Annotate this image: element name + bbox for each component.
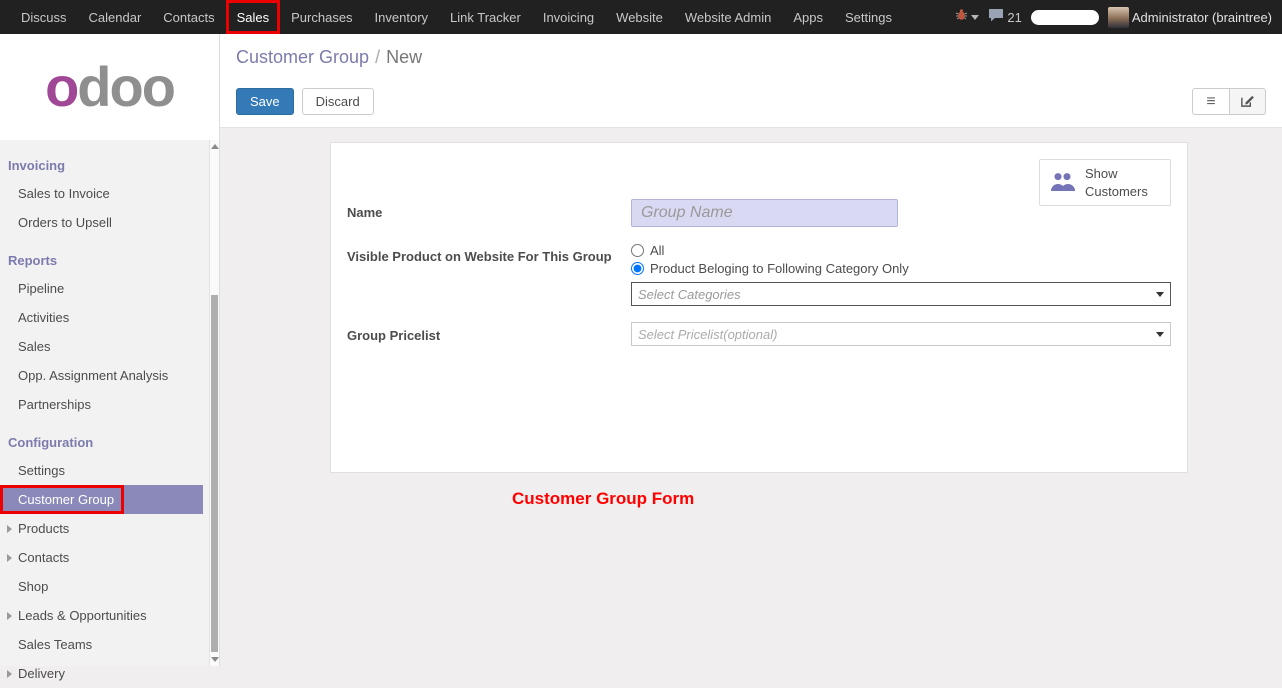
nav-calendar[interactable]: Calendar xyxy=(78,0,153,34)
main-content: Customer Group / New Save Discard ≡ xyxy=(220,34,1282,666)
dropdown-caret-icon xyxy=(1156,332,1164,337)
save-button[interactable]: Save xyxy=(236,88,294,115)
app-menu: Discuss Calendar Contacts Sales Purchase… xyxy=(0,0,903,34)
messages-indicator[interactable]: 21 xyxy=(988,8,1021,27)
breadcrumb-customer-group[interactable]: Customer Group xyxy=(236,47,369,67)
scroll-down-icon[interactable] xyxy=(211,657,219,662)
edit-pencil-icon xyxy=(1240,93,1255,111)
user-name: Administrator (braintree) xyxy=(1132,10,1272,25)
annotation-caption: Customer Group Form xyxy=(512,489,694,509)
sidebar-section-reports: Reports xyxy=(0,247,219,274)
visibility-field-row: Visible Product on Website For This Grou… xyxy=(347,243,1171,306)
chevron-down-icon xyxy=(971,15,979,20)
avatar xyxy=(1108,7,1129,28)
breadcrumb-current: New xyxy=(386,47,422,67)
show-customers-label: Show Customers xyxy=(1085,165,1161,200)
sidebar-item-pipeline[interactable]: Pipeline xyxy=(0,274,203,303)
radio-all[interactable] xyxy=(631,244,644,257)
visibility-option-all[interactable]: All xyxy=(631,243,1171,258)
pricelist-field-label: Group Pricelist xyxy=(347,322,631,346)
scroll-up-icon[interactable] xyxy=(211,144,219,149)
breadcrumb-separator: / xyxy=(375,47,380,67)
expand-arrow-icon xyxy=(7,612,12,620)
nav-link-tracker[interactable]: Link Tracker xyxy=(439,0,532,34)
visibility-option-category-only[interactable]: Product Beloging to Following Category O… xyxy=(631,261,1171,276)
form-fields: Name Visible Product on Website For This… xyxy=(347,199,1171,346)
pricelist-select[interactable]: Select Pricelist(optional) xyxy=(631,322,1171,346)
sidebar-item-delivery[interactable]: Delivery xyxy=(0,659,203,688)
sidebar-menu: Invoicing Sales to Invoice Orders to Ups… xyxy=(0,140,219,688)
name-field-label: Name xyxy=(347,199,631,227)
sidebar-item-customer-group[interactable]: Customer Group xyxy=(0,485,203,514)
users-icon xyxy=(1049,171,1077,195)
control-panel: Customer Group / New Save Discard ≡ xyxy=(220,34,1282,128)
status-pill xyxy=(1031,10,1099,25)
sidebar-item-opp-assignment-analysis[interactable]: Opp. Assignment Analysis xyxy=(0,361,203,390)
sidebar: odoo Invoicing Sales to Invoice Orders t… xyxy=(0,34,220,666)
form-action-buttons: Save Discard xyxy=(236,88,374,115)
sidebar-item-sales[interactable]: Sales xyxy=(0,332,203,361)
messages-count: 21 xyxy=(1007,10,1021,25)
list-icon: ≡ xyxy=(1206,94,1215,110)
sidebar-item-leads-opportunities[interactable]: Leads & Opportunities xyxy=(0,601,203,630)
form-view-button[interactable] xyxy=(1229,88,1266,115)
group-name-input[interactable] xyxy=(631,199,898,227)
sidebar-section-configuration: Configuration xyxy=(0,429,219,456)
categories-select[interactable]: Select Categories xyxy=(631,282,1171,306)
nav-website-admin[interactable]: Website Admin xyxy=(674,0,782,34)
sidebar-item-sales-to-invoice[interactable]: Sales to Invoice xyxy=(0,179,203,208)
pricelist-field-row: Group Pricelist Select Pricelist(optiona… xyxy=(347,322,1171,346)
view-switcher: ≡ xyxy=(1192,88,1266,115)
nav-discuss[interactable]: Discuss xyxy=(10,0,78,34)
nav-sales[interactable]: Sales xyxy=(226,0,281,34)
sidebar-item-partnerships[interactable]: Partnerships xyxy=(0,390,203,419)
sidebar-item-settings[interactable]: Settings xyxy=(0,456,203,485)
sidebar-item-shop[interactable]: Shop xyxy=(0,572,203,601)
nav-invoicing[interactable]: Invoicing xyxy=(532,0,605,34)
radio-category-only[interactable] xyxy=(631,262,644,275)
odoo-logo: odoo xyxy=(45,59,174,115)
nav-inventory[interactable]: Inventory xyxy=(364,0,439,34)
expand-arrow-icon xyxy=(7,554,12,562)
form-sheet: Show Customers Name Visible Product on W… xyxy=(330,142,1188,473)
sidebar-item-contacts[interactable]: Contacts xyxy=(0,543,203,572)
nav-settings[interactable]: Settings xyxy=(834,0,903,34)
logo-box: odoo xyxy=(0,34,219,140)
visibility-field-label: Visible Product on Website For This Grou… xyxy=(347,243,631,306)
nav-contacts[interactable]: Contacts xyxy=(152,0,225,34)
topbar-right: 21 Administrator (braintree) xyxy=(955,0,1282,34)
sidebar-scrollbar[interactable] xyxy=(209,140,219,666)
sidebar-section-invoicing: Invoicing xyxy=(0,152,219,179)
user-menu[interactable]: Administrator (braintree) xyxy=(1108,7,1272,28)
expand-arrow-icon xyxy=(7,525,12,533)
nav-website[interactable]: Website xyxy=(605,0,674,34)
nav-apps[interactable]: Apps xyxy=(782,0,834,34)
show-customers-button[interactable]: Show Customers xyxy=(1039,159,1171,206)
sidebar-item-activities[interactable]: Activities xyxy=(0,303,203,332)
sidebar-item-orders-to-upsell[interactable]: Orders to Upsell xyxy=(0,208,203,237)
chat-icon xyxy=(988,8,1004,27)
dropdown-caret-icon xyxy=(1156,292,1164,297)
sidebar-item-sales-teams[interactable]: Sales Teams xyxy=(0,630,203,659)
debug-menu[interactable] xyxy=(955,8,979,26)
expand-arrow-icon xyxy=(7,670,12,678)
nav-purchases[interactable]: Purchases xyxy=(280,0,363,34)
discard-button[interactable]: Discard xyxy=(302,88,374,115)
scrollbar-handle[interactable] xyxy=(211,295,218,652)
list-view-button[interactable]: ≡ xyxy=(1192,88,1229,115)
top-navbar: Discuss Calendar Contacts Sales Purchase… xyxy=(0,0,1282,34)
sidebar-item-products[interactable]: Products xyxy=(0,514,203,543)
bug-icon xyxy=(955,8,968,26)
breadcrumb: Customer Group / New xyxy=(220,34,1282,68)
